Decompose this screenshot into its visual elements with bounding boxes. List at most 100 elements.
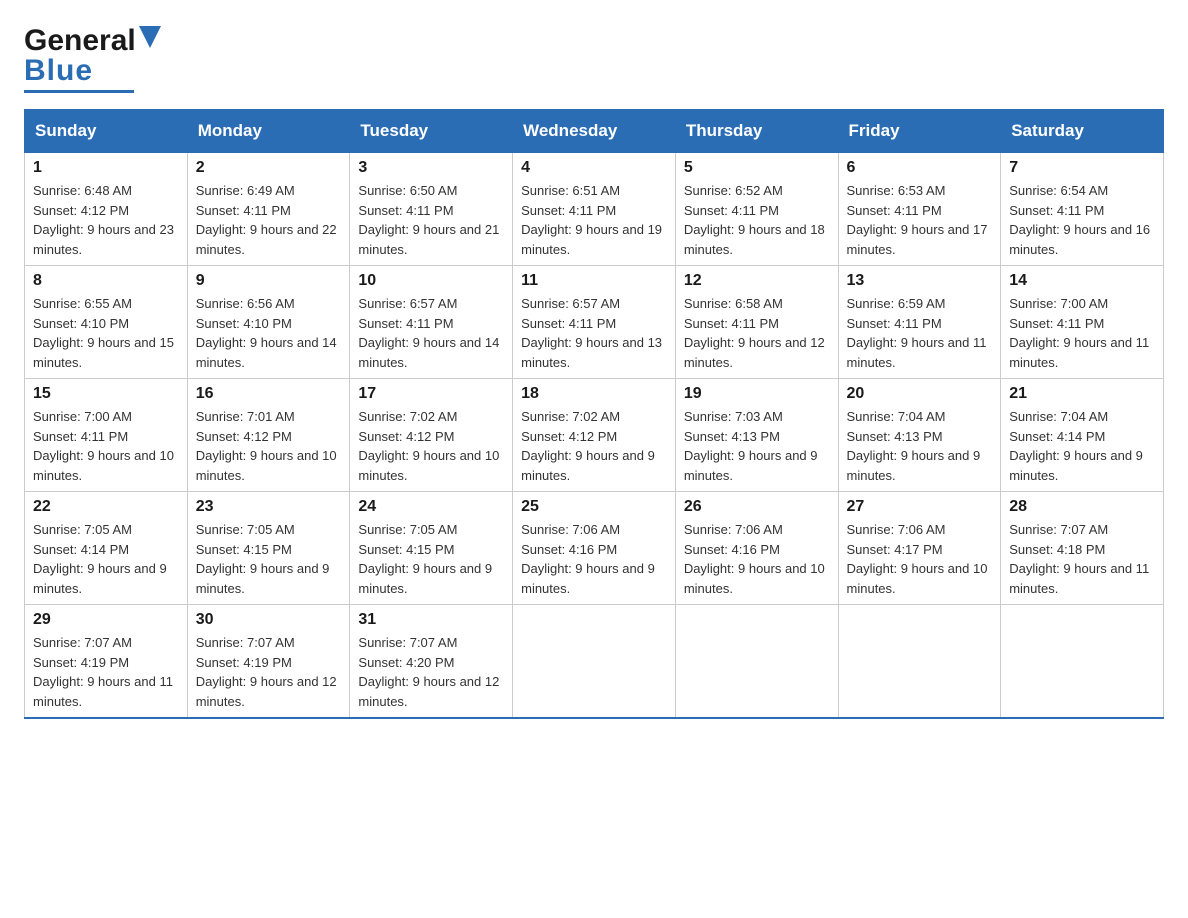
day-number: 26 bbox=[684, 498, 830, 516]
calendar-cell: 16 Sunrise: 7:01 AMSunset: 4:12 PMDayligh… bbox=[187, 379, 350, 492]
day-number: 12 bbox=[684, 272, 830, 290]
day-number: 24 bbox=[358, 498, 504, 516]
day-info: Sunrise: 7:04 AMSunset: 4:14 PMDaylight:… bbox=[1009, 407, 1155, 485]
day-number: 16 bbox=[196, 385, 342, 403]
logo-underline bbox=[24, 90, 134, 93]
day-info: Sunrise: 6:57 AMSunset: 4:11 PMDaylight:… bbox=[358, 294, 504, 372]
day-number: 7 bbox=[1009, 159, 1155, 177]
calendar-cell bbox=[513, 605, 676, 719]
page-header: General Blue bbox=[24, 24, 1164, 93]
calendar-cell: 27Sunrise: 7:06 AMSunset: 4:17 PMDayligh… bbox=[838, 492, 1001, 605]
calendar-header-wednesday: Wednesday bbox=[513, 110, 676, 152]
day-number: 11 bbox=[521, 272, 667, 290]
day-number: 2 bbox=[196, 159, 342, 177]
day-number: 22 bbox=[33, 498, 179, 516]
calendar-cell: 23 Sunrise: 7:05 AMSunset: 4:15 PMDayligh… bbox=[187, 492, 350, 605]
calendar-cell: 14 Sunrise: 7:00 AMSunset: 4:11 PMDayligh… bbox=[1001, 266, 1164, 379]
calendar-cell: 22 Sunrise: 7:05 AMSunset: 4:14 PMDayligh… bbox=[25, 492, 188, 605]
calendar-cell: 20 Sunrise: 7:04 AMSunset: 4:13 PMDayligh… bbox=[838, 379, 1001, 492]
day-info: Sunrise: 7:06 AMSunset: 4:16 PMDaylight:… bbox=[521, 520, 667, 598]
day-number: 14 bbox=[1009, 272, 1155, 290]
day-info: Sunrise: 6:58 AMSunset: 4:11 PMDaylight:… bbox=[684, 294, 830, 372]
day-info: Sunrise: 6:57 AMSunset: 4:11 PMDaylight:… bbox=[521, 294, 667, 372]
calendar-cell: 30 Sunrise: 7:07 AMSunset: 4:19 PMDayligh… bbox=[187, 605, 350, 719]
calendar-cell: 31 Sunrise: 7:07 AMSunset: 4:20 PMDayligh… bbox=[350, 605, 513, 719]
calendar-cell: 3Sunrise: 6:50 AMSunset: 4:11 PMDaylight… bbox=[350, 152, 513, 266]
day-number: 15 bbox=[33, 385, 179, 403]
day-info: Sunrise: 7:02 AMSunset: 4:12 PMDaylight:… bbox=[358, 407, 504, 485]
calendar-cell: 4Sunrise: 6:51 AMSunset: 4:11 PMDaylight… bbox=[513, 152, 676, 266]
calendar-cell: 1 Sunrise: 6:48 AMSunset: 4:12 PMDaylight… bbox=[25, 152, 188, 266]
day-info: Sunrise: 7:07 AMSunset: 4:20 PMDaylight:… bbox=[358, 633, 504, 711]
calendar-cell: 2 Sunrise: 6:49 AMSunset: 4:11 PMDaylight… bbox=[187, 152, 350, 266]
calendar-cell: 24Sunrise: 7:05 AMSunset: 4:15 PMDayligh… bbox=[350, 492, 513, 605]
calendar-header-monday: Monday bbox=[187, 110, 350, 152]
calendar-week-row: 1 Sunrise: 6:48 AMSunset: 4:12 PMDaylight… bbox=[25, 152, 1164, 266]
calendar-header-friday: Friday bbox=[838, 110, 1001, 152]
calendar-week-row: 8Sunrise: 6:55 AMSunset: 4:10 PMDaylight… bbox=[25, 266, 1164, 379]
calendar-cell: 10 Sunrise: 6:57 AMSunset: 4:11 PMDayligh… bbox=[350, 266, 513, 379]
calendar-cell: 11 Sunrise: 6:57 AMSunset: 4:11 PMDayligh… bbox=[513, 266, 676, 379]
calendar-cell: 12 Sunrise: 6:58 AMSunset: 4:11 PMDayligh… bbox=[675, 266, 838, 379]
day-info: Sunrise: 7:07 AMSunset: 4:19 PMDaylight:… bbox=[196, 633, 342, 711]
day-number: 19 bbox=[684, 385, 830, 403]
logo-general-text: General bbox=[24, 24, 136, 58]
day-info: Sunrise: 7:07 AMSunset: 4:19 PMDaylight:… bbox=[33, 633, 179, 711]
day-number: 4 bbox=[521, 159, 667, 177]
day-number: 28 bbox=[1009, 498, 1155, 516]
day-info: Sunrise: 7:03 AMSunset: 4:13 PMDaylight:… bbox=[684, 407, 830, 485]
logo-blue-text: Blue bbox=[24, 54, 93, 88]
calendar-cell: 29 Sunrise: 7:07 AMSunset: 4:19 PMDayligh… bbox=[25, 605, 188, 719]
day-info: Sunrise: 7:05 AMSunset: 4:14 PMDaylight:… bbox=[33, 520, 179, 598]
calendar-cell: 25Sunrise: 7:06 AMSunset: 4:16 PMDayligh… bbox=[513, 492, 676, 605]
day-number: 29 bbox=[33, 611, 179, 629]
calendar-header-tuesday: Tuesday bbox=[350, 110, 513, 152]
calendar-header-row: SundayMondayTuesdayWednesdayThursdayFrid… bbox=[25, 110, 1164, 152]
day-info: Sunrise: 6:59 AMSunset: 4:11 PMDaylight:… bbox=[847, 294, 993, 372]
logo-arrow-icon bbox=[139, 26, 161, 48]
day-number: 23 bbox=[196, 498, 342, 516]
day-info: Sunrise: 6:49 AMSunset: 4:11 PMDaylight:… bbox=[196, 181, 342, 259]
day-info: Sunrise: 7:05 AMSunset: 4:15 PMDaylight:… bbox=[196, 520, 342, 598]
logo: General Blue bbox=[24, 24, 161, 93]
day-number: 1 bbox=[33, 159, 179, 177]
calendar-cell: 18Sunrise: 7:02 AMSunset: 4:12 PMDayligh… bbox=[513, 379, 676, 492]
day-number: 18 bbox=[521, 385, 667, 403]
calendar-cell: 28 Sunrise: 7:07 AMSunset: 4:18 PMDayligh… bbox=[1001, 492, 1164, 605]
day-number: 27 bbox=[847, 498, 993, 516]
day-number: 9 bbox=[196, 272, 342, 290]
calendar-cell bbox=[1001, 605, 1164, 719]
day-info: Sunrise: 7:06 AMSunset: 4:16 PMDaylight:… bbox=[684, 520, 830, 598]
calendar-table: SundayMondayTuesdayWednesdayThursdayFrid… bbox=[24, 109, 1164, 719]
calendar-header-saturday: Saturday bbox=[1001, 110, 1164, 152]
day-number: 31 bbox=[358, 611, 504, 629]
day-info: Sunrise: 6:48 AMSunset: 4:12 PMDaylight:… bbox=[33, 181, 179, 259]
calendar-header-sunday: Sunday bbox=[25, 110, 188, 152]
calendar-cell: 21 Sunrise: 7:04 AMSunset: 4:14 PMDayligh… bbox=[1001, 379, 1164, 492]
day-info: Sunrise: 7:04 AMSunset: 4:13 PMDaylight:… bbox=[847, 407, 993, 485]
day-number: 3 bbox=[358, 159, 504, 177]
calendar-cell: 6Sunrise: 6:53 AMSunset: 4:11 PMDaylight… bbox=[838, 152, 1001, 266]
day-number: 21 bbox=[1009, 385, 1155, 403]
calendar-cell bbox=[675, 605, 838, 719]
day-number: 13 bbox=[847, 272, 993, 290]
day-info: Sunrise: 7:00 AMSunset: 4:11 PMDaylight:… bbox=[1009, 294, 1155, 372]
day-info: Sunrise: 7:00 AMSunset: 4:11 PMDaylight:… bbox=[33, 407, 179, 485]
day-info: Sunrise: 6:52 AMSunset: 4:11 PMDaylight:… bbox=[684, 181, 830, 259]
calendar-cell: 7Sunrise: 6:54 AMSunset: 4:11 PMDaylight… bbox=[1001, 152, 1164, 266]
day-number: 6 bbox=[847, 159, 993, 177]
day-number: 10 bbox=[358, 272, 504, 290]
calendar-cell: 5Sunrise: 6:52 AMSunset: 4:11 PMDaylight… bbox=[675, 152, 838, 266]
calendar-cell: 26 Sunrise: 7:06 AMSunset: 4:16 PMDayligh… bbox=[675, 492, 838, 605]
day-info: Sunrise: 7:07 AMSunset: 4:18 PMDaylight:… bbox=[1009, 520, 1155, 598]
day-number: 8 bbox=[33, 272, 179, 290]
calendar-cell: 13 Sunrise: 6:59 AMSunset: 4:11 PMDayligh… bbox=[838, 266, 1001, 379]
calendar-cell: 17 Sunrise: 7:02 AMSunset: 4:12 PMDayligh… bbox=[350, 379, 513, 492]
day-number: 30 bbox=[196, 611, 342, 629]
calendar-cell: 19 Sunrise: 7:03 AMSunset: 4:13 PMDayligh… bbox=[675, 379, 838, 492]
calendar-cell: 8Sunrise: 6:55 AMSunset: 4:10 PMDaylight… bbox=[25, 266, 188, 379]
calendar-header-thursday: Thursday bbox=[675, 110, 838, 152]
day-number: 20 bbox=[847, 385, 993, 403]
day-info: Sunrise: 7:01 AMSunset: 4:12 PMDaylight:… bbox=[196, 407, 342, 485]
day-number: 17 bbox=[358, 385, 504, 403]
